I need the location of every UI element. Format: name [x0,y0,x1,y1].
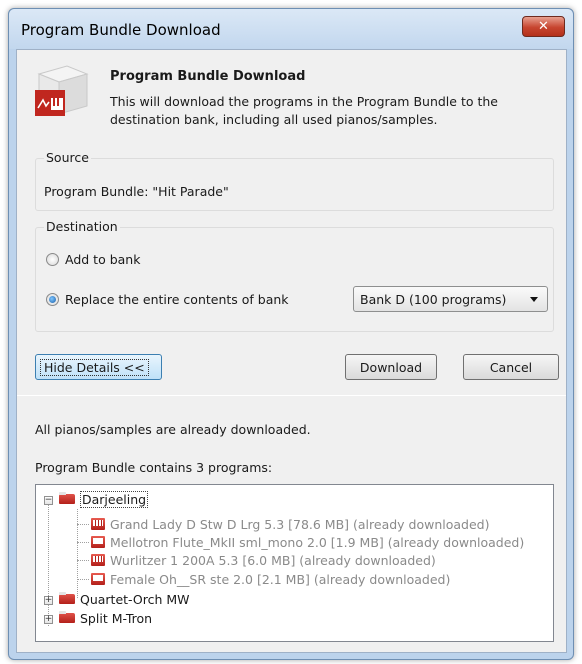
tree-child-item[interactable]: Wurlitzer 1 200A 5.3 [6.0 MB] (already d… [91,552,436,568]
tree-child-label: Female Oh__SR ste 2.0 [2.1 MB] (already … [110,571,451,587]
source-group-label: Source [44,150,91,165]
bundle-contents-text: Program Bundle contains 3 programs: [35,460,273,475]
tree-item-label: Quartet-Orch MW [80,591,190,607]
download-label: Download [359,359,423,375]
hide-details-button[interactable]: Hide Details << [35,354,162,380]
program-bundle-icon [35,65,89,116]
program-icon [59,592,75,604]
tree-item-label: Darjeeling [80,490,149,508]
cancel-label: Cancel [489,359,533,375]
download-button[interactable]: Download [345,354,437,380]
chevron-down-icon [530,297,538,302]
close-button[interactable]: ✕ [522,16,565,37]
radio-replace-icon[interactable] [46,293,59,306]
program-icon [59,492,75,504]
piano-icon [91,518,105,530]
dialog-body: Program Bundle Download This will downlo… [16,49,567,653]
window-title: Program Bundle Download [21,21,221,39]
radio-add-icon[interactable] [46,253,59,266]
sample-icon [91,536,105,548]
program-icon [59,611,75,623]
header-title: Program Bundle Download [110,69,306,84]
piano-icon [91,554,105,566]
title-bar[interactable]: Program Bundle Download ✕ [9,9,573,49]
tree-item-split-m-tron[interactable]: Split M-Tron [59,610,152,626]
header-description: This will download the programs in the P… [110,94,498,127]
tree-item-label: Split M-Tron [80,610,153,626]
program-tree[interactable]: − Darjeeling Grand Lady D Stw D Lrg 5.3 … [35,484,554,642]
destination-group: Destination Add to bank Replace the enti… [35,219,554,332]
tree-child-item[interactable]: Mellotron Flute_MkII sml_mono 2.0 [1.9 M… [91,534,524,550]
add-to-bank-label: Add to bank [65,252,141,267]
destination-group-label: Destination [44,219,120,234]
sample-icon [91,573,105,585]
replace-bank-label: Replace the entire contents of bank [65,292,289,307]
tree-item-darjeeling[interactable]: Darjeeling [59,490,149,508]
expand-icon[interactable]: + [44,596,53,605]
tree-item-quartet-orch[interactable]: Quartet-Orch MW [59,591,190,607]
tree-child-item[interactable]: Female Oh__SR ste 2.0 [2.1 MB] (already … [91,571,450,587]
collapse-icon[interactable]: − [44,496,53,505]
hide-details-label: Hide Details << [40,358,149,376]
add-to-bank-radio[interactable]: Add to bank [46,252,140,267]
close-icon: ✕ [538,19,549,34]
dialog-window: Program Bundle Download ✕ Program Bundle… [8,8,574,660]
tree-child-item[interactable]: Grand Lady D Stw D Lrg 5.3 [78.6 MB] (al… [91,516,490,532]
bank-select-value: Bank D (100 programs) [360,291,507,307]
cancel-button[interactable]: Cancel [463,354,559,380]
tree-child-label: Grand Lady D Stw D Lrg 5.3 [78.6 MB] (al… [110,516,490,532]
expand-icon[interactable]: + [44,615,53,624]
tree-child-label: Wurlitzer 1 200A 5.3 [6.0 MB] (already d… [110,552,436,568]
source-group: Source Program Bundle: "Hit Parade" [35,150,554,211]
download-status-text: All pianos/samples are already downloade… [35,422,311,437]
tree-child-label: Mellotron Flute_MkII sml_mono 2.0 [1.9 M… [110,534,525,550]
source-bundle-name: Program Bundle: "Hit Parade" [44,184,229,199]
divider [17,395,566,396]
bank-select[interactable]: Bank D (100 programs) [353,286,548,312]
replace-bank-radio[interactable]: Replace the entire contents of bank [46,292,289,307]
